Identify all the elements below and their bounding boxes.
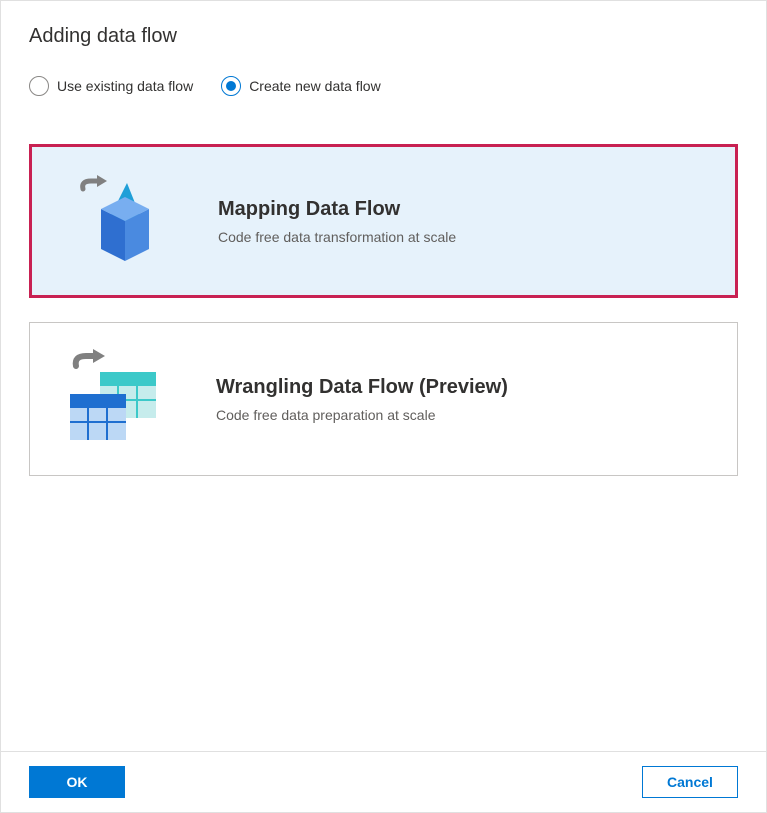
- radio-group: Use existing data flow Create new data f…: [29, 76, 738, 96]
- radio-create-new[interactable]: Create new data flow: [221, 76, 381, 96]
- card-title: Mapping Data Flow: [218, 198, 707, 221]
- wrangling-data-flow-icon: [58, 349, 168, 449]
- ok-button[interactable]: OK: [29, 766, 125, 798]
- radio-selected-dot: [226, 81, 236, 91]
- card-wrangling-data-flow[interactable]: Wrangling Data Flow (Preview) Code free …: [29, 322, 738, 476]
- cancel-button[interactable]: Cancel: [642, 766, 738, 798]
- card-description: Code free data preparation at scale: [216, 407, 709, 423]
- radio-icon: [221, 76, 241, 96]
- dialog-title: Adding data flow: [29, 25, 738, 48]
- card-text: Wrangling Data Flow (Preview) Code free …: [216, 376, 709, 423]
- radio-use-existing[interactable]: Use existing data flow: [29, 76, 193, 96]
- dialog-content: Adding data flow Use existing data flow …: [1, 1, 766, 751]
- card-title: Wrangling Data Flow (Preview): [216, 376, 709, 399]
- dialog-footer: OK Cancel: [1, 751, 766, 812]
- radio-label: Create new data flow: [249, 78, 381, 94]
- card-text: Mapping Data Flow Code free data transfo…: [218, 198, 707, 245]
- mapping-data-flow-icon: [60, 171, 170, 271]
- card-mapping-data-flow[interactable]: Mapping Data Flow Code free data transfo…: [29, 144, 738, 298]
- radio-icon: [29, 76, 49, 96]
- radio-label: Use existing data flow: [57, 78, 193, 94]
- card-description: Code free data transformation at scale: [218, 229, 707, 245]
